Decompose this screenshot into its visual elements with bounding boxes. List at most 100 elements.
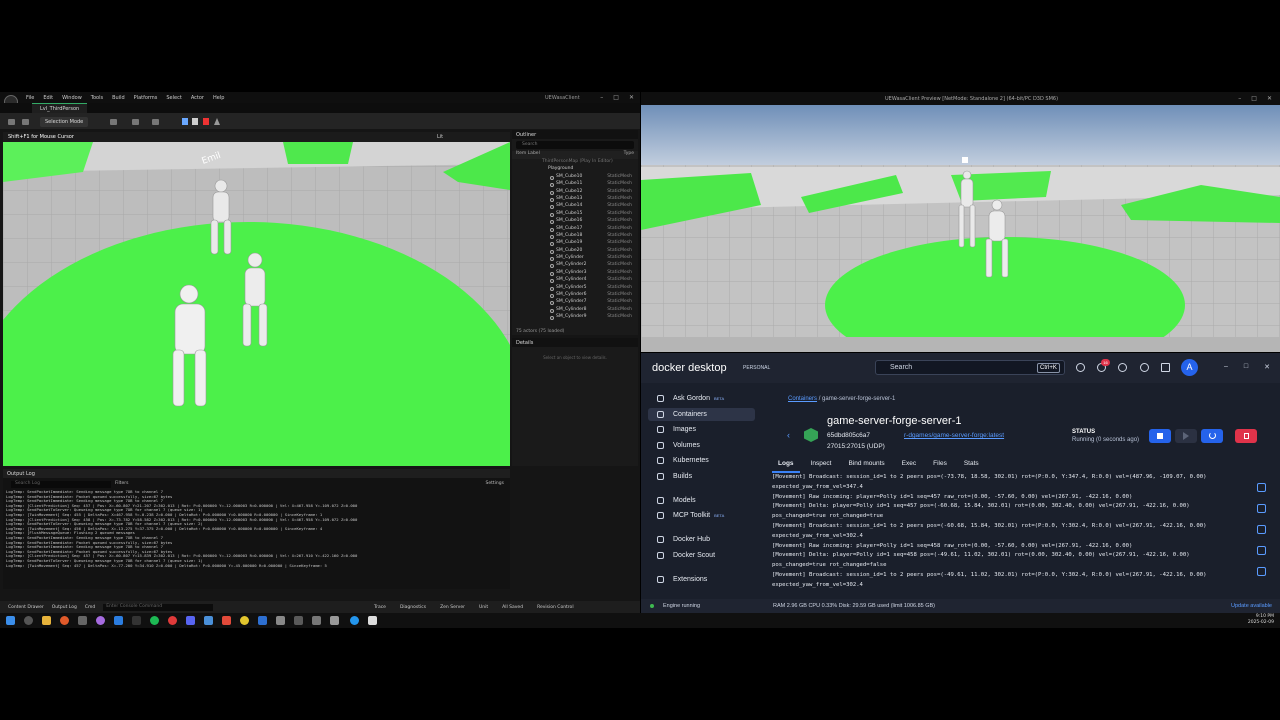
firefox-icon[interactable] bbox=[60, 616, 69, 625]
apps-grid-icon[interactable] bbox=[1161, 363, 1170, 372]
close-icon[interactable]: ✕ bbox=[629, 94, 634, 101]
trace-button[interactable]: Trace bbox=[374, 605, 386, 610]
sidebar-item-docker-scout[interactable]: Docker Scout bbox=[648, 549, 755, 562]
close-icon[interactable]: ✕ bbox=[1264, 363, 1270, 371]
menu-select[interactable]: Select bbox=[166, 95, 181, 101]
docker-icon[interactable] bbox=[350, 616, 359, 625]
outliner-row[interactable]: SM_Cube20 StaticMesh bbox=[512, 248, 638, 255]
outliner-row[interactable]: SM_Cube14 StaticMesh bbox=[512, 203, 638, 210]
engine-status[interactable]: Engine running bbox=[663, 603, 700, 609]
game-viewport[interactable] bbox=[641, 105, 1280, 352]
app-icon-5[interactable] bbox=[258, 616, 267, 625]
menu-edit[interactable]: Edit bbox=[43, 95, 53, 101]
maximize-icon[interactable]: □ bbox=[1244, 363, 1248, 371]
discord-icon[interactable] bbox=[186, 616, 195, 625]
tab-exec[interactable]: Exec bbox=[896, 460, 922, 473]
copy-icon[interactable] bbox=[1257, 525, 1266, 534]
outliner-row[interactable]: SM_Cylinder4 StaticMesh bbox=[512, 277, 638, 284]
file-explorer-icon[interactable] bbox=[42, 616, 51, 625]
diagnostics-button[interactable]: Diagnostics bbox=[400, 605, 426, 610]
revision-control-button[interactable]: Revision Control bbox=[537, 605, 574, 610]
wrap-lines-icon[interactable] bbox=[1257, 504, 1266, 513]
outliner-row[interactable]: SM_Cylinder7 StaticMesh bbox=[512, 299, 638, 306]
log-settings-button[interactable]: Settings bbox=[486, 481, 504, 486]
breadcrumb-containers-link[interactable]: Containers bbox=[788, 396, 817, 402]
app-icon-8[interactable] bbox=[312, 616, 321, 625]
maximize-icon[interactable]: □ bbox=[613, 94, 619, 101]
minimize-icon[interactable]: – bbox=[1238, 95, 1241, 102]
output-log-button[interactable]: Output Log bbox=[52, 605, 77, 610]
col-type[interactable]: Type bbox=[624, 151, 634, 159]
app-icon-4[interactable] bbox=[240, 616, 249, 625]
view-mode-lit[interactable]: Lit bbox=[437, 134, 443, 140]
minimize-icon[interactable]: – bbox=[1224, 363, 1228, 371]
stop-container-button[interactable] bbox=[1149, 429, 1171, 443]
sidebar-item-kubernetes[interactable]: Kubernetes bbox=[648, 454, 755, 467]
sidebar-item-mcp-toolkit[interactable]: MCP Toolkit BETA bbox=[648, 509, 755, 522]
outliner-row[interactable]: SM_Cube16 StaticMesh bbox=[512, 218, 638, 225]
taskbar-clock[interactable]: 9:10 PM 2025-02-09 bbox=[1248, 614, 1274, 626]
content-drawer-button[interactable]: Content Drawer bbox=[8, 605, 44, 610]
chrome-icon[interactable] bbox=[168, 616, 177, 625]
search-icon[interactable] bbox=[24, 616, 33, 625]
delete-container-button[interactable] bbox=[1235, 429, 1257, 443]
app-icon-2[interactable] bbox=[204, 616, 213, 625]
container-id[interactable]: 65dbd805c6a7 bbox=[827, 432, 870, 439]
outliner-row[interactable]: SM_Cylinder2 StaticMesh bbox=[512, 262, 638, 269]
maximize-icon[interactable]: □ bbox=[1251, 95, 1257, 102]
sidebar-item-containers[interactable]: Containers bbox=[648, 407, 755, 421]
cinematics-icon[interactable] bbox=[152, 119, 159, 125]
terminal-icon[interactable] bbox=[78, 616, 87, 625]
stop-icon[interactable] bbox=[203, 118, 209, 125]
sidebar-item-images[interactable]: Images bbox=[648, 423, 755, 436]
vscode-icon[interactable] bbox=[114, 616, 123, 625]
container-ports[interactable]: 27015:27015 (UDP) bbox=[827, 443, 885, 450]
sidebar-item-extensions[interactable]: Extensions bbox=[648, 573, 755, 586]
start-container-button[interactable] bbox=[1175, 429, 1197, 443]
content-icon[interactable] bbox=[22, 119, 29, 125]
add-actor-icon[interactable] bbox=[110, 119, 117, 125]
extensions-icon[interactable] bbox=[1118, 363, 1127, 372]
back-arrow-icon[interactable]: ‹ bbox=[787, 430, 790, 440]
tab-logs[interactable]: Logs bbox=[772, 460, 800, 473]
help-icon[interactable] bbox=[1076, 363, 1085, 372]
unit-button[interactable]: Unit bbox=[479, 605, 488, 610]
tab-stats[interactable]: Stats bbox=[958, 460, 985, 473]
menu-actor[interactable]: Actor bbox=[191, 95, 204, 101]
app-icon-7[interactable] bbox=[294, 616, 303, 625]
zen-server-button[interactable]: Zen Server bbox=[440, 605, 465, 610]
outliner-row[interactable]: SM_Cube17 StaticMesh bbox=[512, 226, 638, 233]
step-icon[interactable] bbox=[192, 118, 198, 125]
sidebar-item-builds[interactable]: Builds bbox=[648, 470, 755, 483]
tab-files[interactable]: Files bbox=[927, 460, 953, 473]
start-icon[interactable] bbox=[6, 616, 15, 625]
level-viewport[interactable]: Emil bbox=[3, 142, 510, 466]
sidebar-item-ask-gordon[interactable]: Ask Gordon BETA bbox=[648, 392, 755, 405]
menu-window[interactable]: Window bbox=[62, 95, 82, 101]
settings-gear-icon[interactable] bbox=[1140, 363, 1149, 372]
menu-tools[interactable]: Tools bbox=[91, 95, 103, 101]
outliner-row[interactable]: SM_Cube12 StaticMesh bbox=[512, 189, 638, 196]
cmd-dropdown[interactable]: Cmd bbox=[85, 605, 95, 610]
console-command-input[interactable]: Enter Console Command bbox=[103, 603, 214, 611]
app-icon-9[interactable] bbox=[330, 616, 339, 625]
minimize-icon[interactable]: – bbox=[600, 94, 603, 101]
blueprint-icon[interactable] bbox=[132, 119, 139, 125]
app-icon-6[interactable] bbox=[276, 616, 285, 625]
save-icon[interactable] bbox=[8, 119, 15, 125]
outliner-row[interactable]: SM_Cylinder9 StaticMesh bbox=[512, 314, 638, 321]
app-icon[interactable] bbox=[96, 616, 105, 625]
col-item-label[interactable]: Item Label bbox=[516, 151, 540, 159]
restart-container-button[interactable] bbox=[1201, 429, 1223, 443]
update-available-link[interactable]: Update available bbox=[1231, 603, 1272, 609]
app-icon-3[interactable] bbox=[222, 616, 231, 625]
tab-bind-mounts[interactable]: Bind mounts bbox=[843, 460, 891, 473]
pause-icon[interactable] bbox=[182, 118, 188, 125]
outliner-row[interactable]: SM_Cube19 StaticMesh bbox=[512, 240, 638, 247]
selection-mode-dropdown[interactable]: Selection Mode bbox=[40, 117, 89, 127]
outliner-folder[interactable]: Playground bbox=[512, 166, 638, 173]
clear-icon[interactable] bbox=[1257, 546, 1266, 555]
sidebar-item-docker-hub[interactable]: Docker Hub bbox=[648, 533, 755, 546]
log-search-input[interactable]: Search Log bbox=[11, 481, 111, 488]
tab-inspect[interactable]: Inspect bbox=[805, 460, 838, 473]
